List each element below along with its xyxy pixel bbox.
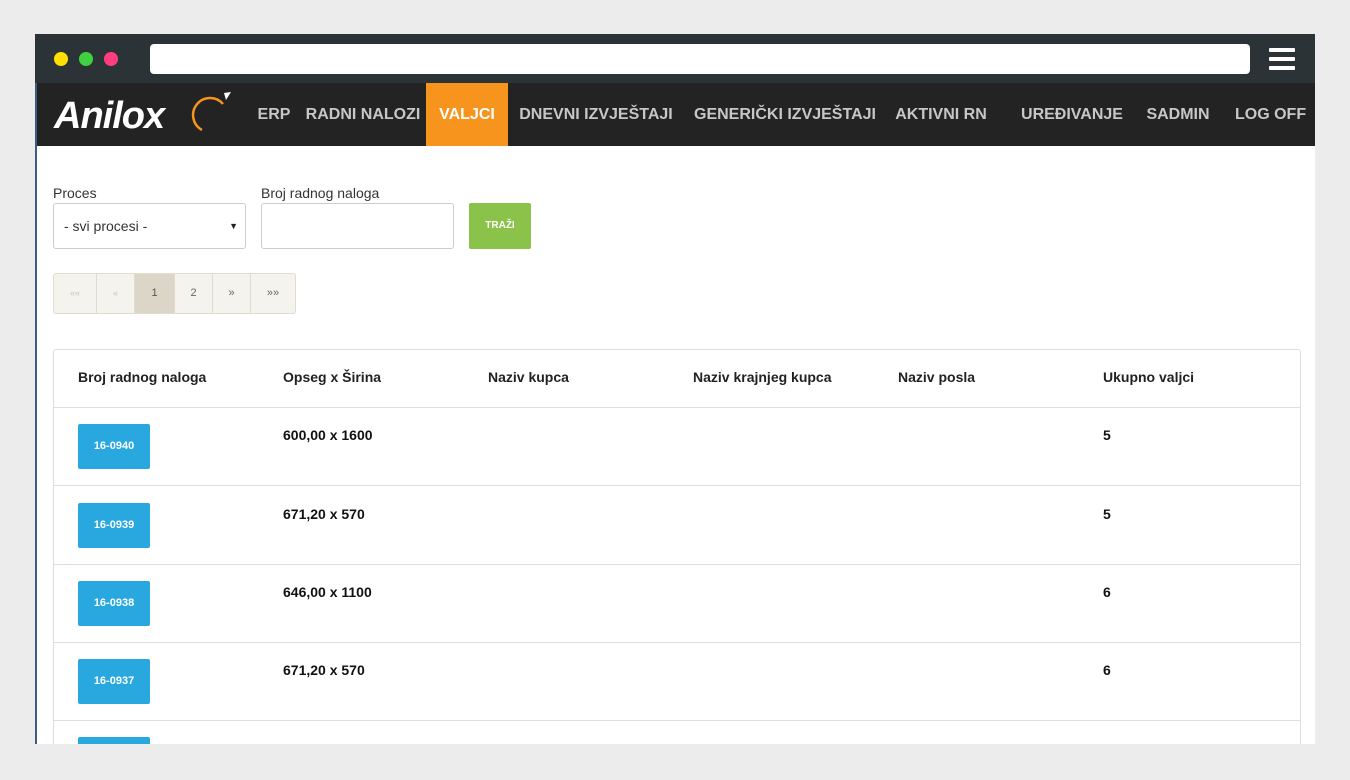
rn-button[interactable]: 16-0940: [78, 424, 150, 469]
table-row: 16-0937 671,20 x 570 6: [54, 643, 1300, 721]
cell-ukupno: 6: [1103, 662, 1111, 678]
table-row: 16-0940 600,00 x 1600 5: [54, 408, 1300, 486]
column-header-broj-radnog-naloga: Broj radnog naloga: [78, 369, 207, 385]
nav-item-sadmin[interactable]: SADMIN: [1145, 83, 1211, 146]
search-button[interactable]: TRAŽI: [469, 203, 531, 249]
table-row-partial: [54, 721, 1300, 744]
svg-text:Anilox: Anilox: [53, 95, 167, 137]
nav-item-radni-nalozi[interactable]: RADNI NALOZI: [304, 83, 422, 146]
nav-item-valjci[interactable]: VALJCI: [426, 83, 508, 146]
pagination-page-2[interactable]: 2: [175, 274, 213, 313]
main-content: Proces - svi procesi - ▼ Broj radnog nal…: [35, 146, 1315, 744]
anilox-logo[interactable]: Anilox: [52, 90, 232, 140]
nav-item-erp[interactable]: ERP: [244, 83, 304, 146]
nav-item-log-off[interactable]: LOG OFF: [1235, 83, 1306, 146]
rn-button[interactable]: 16-0939: [78, 503, 150, 548]
rn-filter-label: Broj radnog naloga: [261, 185, 380, 201]
hamburger-menu-icon[interactable]: [1269, 48, 1295, 70]
table-header: Broj radnog naloga Opseg x Širina Naziv …: [54, 350, 1300, 408]
proces-select[interactable]: - svi procesi - ▼: [53, 203, 246, 249]
pagination: «« « 1 2 » »»: [53, 273, 296, 314]
close-dot[interactable]: [104, 52, 118, 66]
column-header-ukupno-valjci: Ukupno valjci: [1103, 369, 1195, 385]
maximize-dot[interactable]: [79, 52, 93, 66]
valjci-table: Broj radnog naloga Opseg x Širina Naziv …: [53, 349, 1301, 744]
nav-item-genericki-izvjestaji[interactable]: GENERIČKI IZVJEŠTAJI: [694, 83, 876, 146]
pagination-last[interactable]: »»: [251, 274, 295, 313]
cell-opseg: 646,00 x 1100: [283, 584, 372, 600]
pagination-first[interactable]: ««: [54, 274, 97, 313]
table-row: 16-0939 671,20 x 570 5: [54, 487, 1300, 565]
table-row: 16-0938 646,00 x 1100 6: [54, 565, 1300, 643]
cell-opseg: 671,20 x 570: [283, 506, 365, 522]
column-header-naziv-posla: Naziv posla: [898, 369, 976, 385]
nav-item-dnevni-izvjestaji[interactable]: DNEVNI IZVJEŠTAJI: [519, 83, 673, 146]
rn-button[interactable]: 16-0938: [78, 581, 150, 626]
rn-button[interactable]: 16-0937: [78, 659, 150, 704]
pagination-page-1[interactable]: 1: [135, 274, 175, 313]
column-header-opseg-sirina: Opseg x Širina: [283, 369, 382, 385]
nav-item-aktivni-rn[interactable]: AKTIVNI RN: [892, 83, 990, 146]
address-bar[interactable]: [150, 44, 1250, 74]
proces-label: Proces: [53, 185, 97, 201]
column-header-naziv-kupca: Naziv kupca: [488, 369, 569, 385]
cell-opseg: 600,00 x 1600: [283, 427, 373, 443]
column-header-naziv-krajnjeg-kupca: Naziv krajnjeg kupca: [693, 369, 832, 385]
rn-filter-input[interactable]: [261, 203, 454, 249]
minimize-dot[interactable]: [54, 52, 68, 66]
nav-item-uredivanje[interactable]: UREĐIVANJE: [1021, 83, 1123, 146]
proces-select-value: - svi procesi -: [64, 218, 148, 234]
cell-opseg: 671,20 x 570: [283, 662, 365, 678]
browser-chrome: [35, 34, 1315, 83]
chevron-down-icon: ▼: [229, 221, 238, 231]
pagination-prev[interactable]: «: [97, 274, 135, 313]
main-navbar: Anilox ERP RADNI NALOZI VALJCI DNEVNI IZ…: [35, 83, 1315, 146]
cell-ukupno: 5: [1103, 427, 1111, 443]
rn-button-partial[interactable]: [78, 737, 150, 744]
cell-ukupno: 6: [1103, 584, 1111, 600]
browser-window: Anilox ERP RADNI NALOZI VALJCI DNEVNI IZ…: [35, 34, 1315, 744]
cell-ukupno: 5: [1103, 506, 1111, 522]
pagination-next[interactable]: »: [213, 274, 251, 313]
